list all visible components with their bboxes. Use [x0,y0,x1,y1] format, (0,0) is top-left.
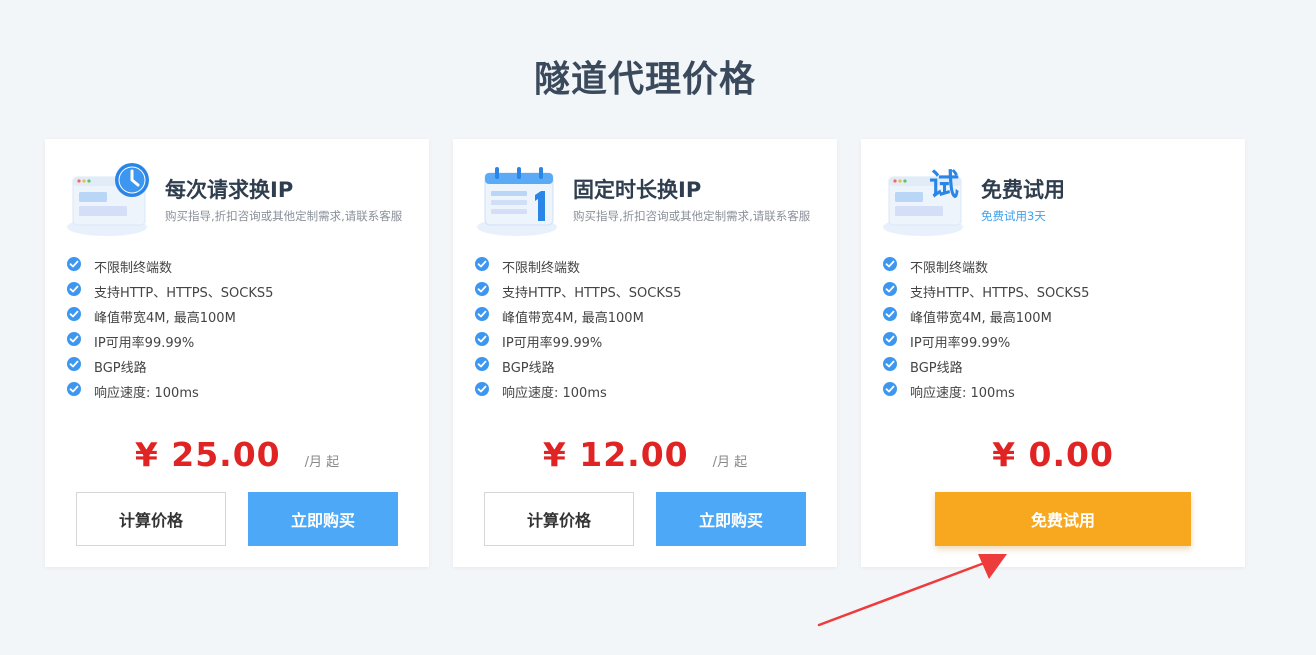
check-icon [883,381,897,396]
price-amount: ¥ 25.00 [134,435,281,474]
feature-item: 支持HTTP、HTTPS、SOCKS5 [475,279,681,304]
pricing-card-fixed-duration: 固定时长换IP 购买指导,折扣咨询或其他定制需求,请联系客服 不限制终端数 支持… [453,139,837,567]
feature-label: 支持HTTP、HTTPS、SOCKS5 [910,286,1090,301]
feature-label: 峰值带宽4M, 最高100M [502,311,644,326]
card-subtitle: 免费试用3天 [981,209,1046,223]
feature-label: 支持HTTP、HTTPS、SOCKS5 [94,286,274,301]
calculate-price-button[interactable]: 计算价格 [76,492,226,546]
check-icon [475,256,489,271]
price-amount: ¥ 12.00 [542,435,689,474]
price-unit: /月 起 [712,455,748,470]
feature-label: 不限制终端数 [502,261,581,276]
page-title: 隧道代理价格 [533,59,756,100]
check-icon [475,356,489,371]
feature-item: IP可用率99.99% [475,329,681,354]
check-icon [67,306,81,321]
price-block: ¥ 12.00 /月 起 [453,435,837,474]
check-icon [67,331,81,346]
price-block: ¥ 0.00 [861,435,1245,474]
card-title: 固定时长换IP [573,178,702,202]
check-icon [883,256,897,271]
feature-label: 响应速度: 100ms [502,386,607,401]
feature-item: 响应速度: 100ms [475,379,681,404]
feature-label: 峰值带宽4M, 最高100M [910,311,1052,326]
check-icon [883,306,897,321]
feature-item: IP可用率99.99% [883,329,1089,354]
check-icon [67,381,81,396]
feature-item: 支持HTTP、HTTPS、SOCKS5 [67,279,273,304]
calculate-price-button[interactable]: 计算价格 [484,492,634,546]
feature-item: 响应速度: 100ms [67,379,273,404]
feature-item: 不限制终端数 [475,254,681,279]
pricing-card-per-request: 每次请求换IP 购买指导,折扣咨询或其他定制需求,请联系客服 不限制终端数 支持… [45,139,429,567]
feature-label: 峰值带宽4M, 最高100M [94,311,236,326]
price-unit: /月 起 [304,455,340,470]
annotation-arrow-icon [817,554,1007,627]
price-block: ¥ 25.00 /月 起 [45,435,429,474]
feature-item: 不限制终端数 [883,254,1089,279]
pricing-card-free-trial: 试 免费试用 免费试用3天 不限制终端数 支持HTTP、HTTPS、SOCKS5… [861,139,1245,567]
feature-label: IP可用率99.99% [502,336,603,351]
feature-item: BGP线路 [475,354,681,379]
feature-item: 峰值带宽4M, 最高100M [883,304,1089,329]
check-icon [475,331,489,346]
feature-list: 不限制终端数 支持HTTP、HTTPS、SOCKS5 峰值带宽4M, 最高100… [67,254,273,404]
feature-item: 响应速度: 100ms [883,379,1089,404]
feature-list: 不限制终端数 支持HTTP、HTTPS、SOCKS5 峰值带宽4M, 最高100… [475,254,681,404]
calendar-icon [477,167,557,236]
check-icon [883,331,897,346]
check-icon [67,281,81,296]
feature-item: 峰值带宽4M, 最高100M [67,304,273,329]
feature-list: 不限制终端数 支持HTTP、HTTPS、SOCKS5 峰值带宽4M, 最高100… [883,254,1089,404]
feature-label: 支持HTTP、HTTPS、SOCKS5 [502,286,682,301]
feature-item: IP可用率99.99% [67,329,273,354]
trial-window-icon: 试 [883,168,963,236]
feature-label: BGP线路 [910,361,963,376]
feature-item: BGP线路 [883,354,1089,379]
clock-window-icon [67,163,149,236]
feature-label: IP可用率99.99% [94,336,195,351]
card-title: 每次请求换IP [165,178,294,202]
feature-label: 响应速度: 100ms [910,386,1015,401]
free-trial-button[interactable]: 免费试用 [935,492,1191,546]
card-subtitle: 购买指导,折扣咨询或其他定制需求,请联系客服 [573,209,811,223]
feature-item: BGP线路 [67,354,273,379]
feature-label: 不限制终端数 [94,261,173,276]
buy-now-button[interactable]: 立即购买 [248,492,398,546]
card-title: 免费试用 [981,178,1065,202]
check-icon [475,306,489,321]
feature-label: 不限制终端数 [910,261,989,276]
check-icon [67,356,81,371]
buy-now-button[interactable]: 立即购买 [656,492,806,546]
check-icon [67,256,81,271]
feature-label: BGP线路 [502,361,555,376]
card-subtitle: 购买指导,折扣咨询或其他定制需求,请联系客服 [165,209,403,223]
feature-item: 不限制终端数 [67,254,273,279]
feature-label: IP可用率99.99% [910,336,1011,351]
check-icon [883,281,897,296]
price-amount: ¥ 0.00 [992,435,1114,474]
check-icon [883,356,897,371]
feature-item: 支持HTTP、HTTPS、SOCKS5 [883,279,1089,304]
check-icon [475,281,489,296]
feature-label: BGP线路 [94,361,147,376]
trial-icon-glyph: 试 [929,168,959,203]
feature-label: 响应速度: 100ms [94,386,199,401]
feature-item: 峰值带宽4M, 最高100M [475,304,681,329]
check-icon [475,381,489,396]
